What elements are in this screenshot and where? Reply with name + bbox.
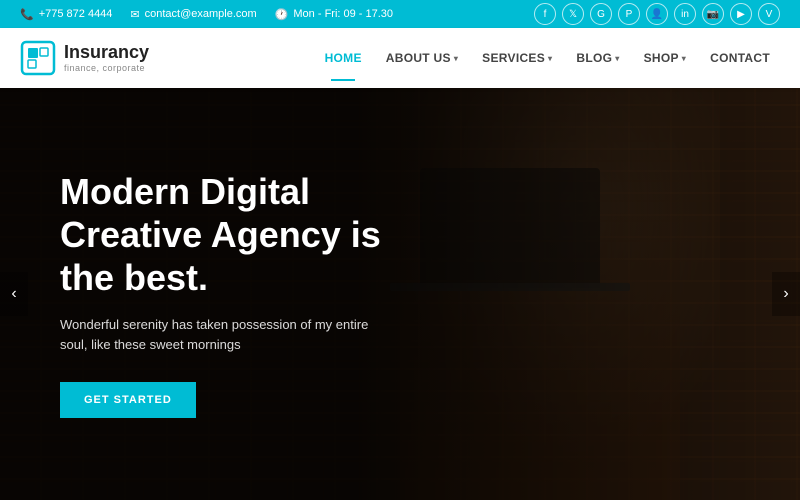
nav-blog[interactable]: BLOG ▾ bbox=[566, 43, 629, 73]
shop-arrow: ▾ bbox=[682, 54, 686, 63]
nav-contact[interactable]: CONTACT bbox=[700, 43, 780, 73]
hero-subtitle: Wonderful serenity has taken possession … bbox=[60, 315, 380, 354]
logo-subtitle: finance, corporate bbox=[64, 63, 149, 73]
phone-item: 📞 +775 872 4444 bbox=[20, 8, 112, 21]
instagram-icon[interactable]: 📷 bbox=[702, 3, 724, 25]
clock-icon: 🕐 bbox=[275, 8, 289, 21]
email-icon: ✉ bbox=[130, 8, 139, 21]
nav-item-services: SERVICES ▾ bbox=[472, 43, 562, 73]
hours-item: 🕐 Mon - Fri: 09 - 17.30 bbox=[275, 8, 393, 21]
phone-icon: 📞 bbox=[20, 8, 34, 21]
hero-prev-arrow[interactable]: ‹ bbox=[0, 272, 28, 316]
email-address: contact@example.com bbox=[145, 8, 257, 20]
linkedin-icon[interactable]: in bbox=[674, 3, 696, 25]
hero-next-arrow[interactable]: › bbox=[772, 272, 800, 316]
nav-item-blog: BLOG ▾ bbox=[566, 43, 629, 73]
nav-about[interactable]: ABOUT US ▾ bbox=[376, 43, 468, 73]
nav-item-about: ABOUT US ▾ bbox=[376, 43, 468, 73]
logo-text: Insurancy finance, corporate bbox=[64, 43, 149, 73]
nav-services[interactable]: SERVICES ▾ bbox=[472, 43, 562, 73]
youtube-icon[interactable]: ▶ bbox=[730, 3, 752, 25]
top-bar: 📞 +775 872 4444 ✉ contact@example.com 🕐 … bbox=[0, 0, 800, 28]
blog-arrow: ▾ bbox=[615, 54, 619, 63]
nav-home[interactable]: HOME bbox=[315, 43, 372, 73]
google-plus-icon[interactable]: G bbox=[590, 3, 612, 25]
hero-title: Modern Digital Creative Agency is the be… bbox=[60, 170, 420, 300]
hero-content: Modern Digital Creative Agency is the be… bbox=[0, 88, 480, 500]
twitter-icon[interactable]: 𝕏 bbox=[562, 3, 584, 25]
nav-item-contact: CONTACT bbox=[700, 43, 780, 73]
logo-title: Insurancy bbox=[64, 43, 149, 63]
navbar: Insurancy finance, corporate HOME ABOUT … bbox=[0, 28, 800, 88]
facebook-icon[interactable]: f bbox=[534, 3, 556, 25]
about-arrow: ▾ bbox=[454, 54, 458, 63]
email-item: ✉ contact@example.com bbox=[130, 8, 256, 21]
nav-item-home: HOME bbox=[315, 43, 372, 73]
user-icon[interactable]: 👤 bbox=[646, 3, 668, 25]
phone-number: +775 872 4444 bbox=[39, 8, 113, 20]
logo-icon bbox=[20, 40, 56, 76]
social-icons-container: f 𝕏 G P 👤 in 📷 ▶ V bbox=[534, 3, 780, 25]
vk-icon[interactable]: V bbox=[758, 3, 780, 25]
services-arrow: ▾ bbox=[548, 54, 552, 63]
nav-shop[interactable]: SHOP ▾ bbox=[634, 43, 697, 73]
logo: Insurancy finance, corporate bbox=[20, 40, 149, 76]
business-hours: Mon - Fri: 09 - 17.30 bbox=[293, 8, 393, 20]
nav-item-shop: SHOP ▾ bbox=[634, 43, 697, 73]
nav-links: HOME ABOUT US ▾ SERVICES ▾ BLOG ▾ SHOP ▾… bbox=[315, 43, 780, 73]
pinterest-icon[interactable]: P bbox=[618, 3, 640, 25]
top-bar-contact: 📞 +775 872 4444 ✉ contact@example.com 🕐 … bbox=[20, 8, 393, 21]
get-started-button[interactable]: GET STARTED bbox=[60, 382, 196, 418]
hero-section: Modern Digital Creative Agency is the be… bbox=[0, 88, 800, 500]
